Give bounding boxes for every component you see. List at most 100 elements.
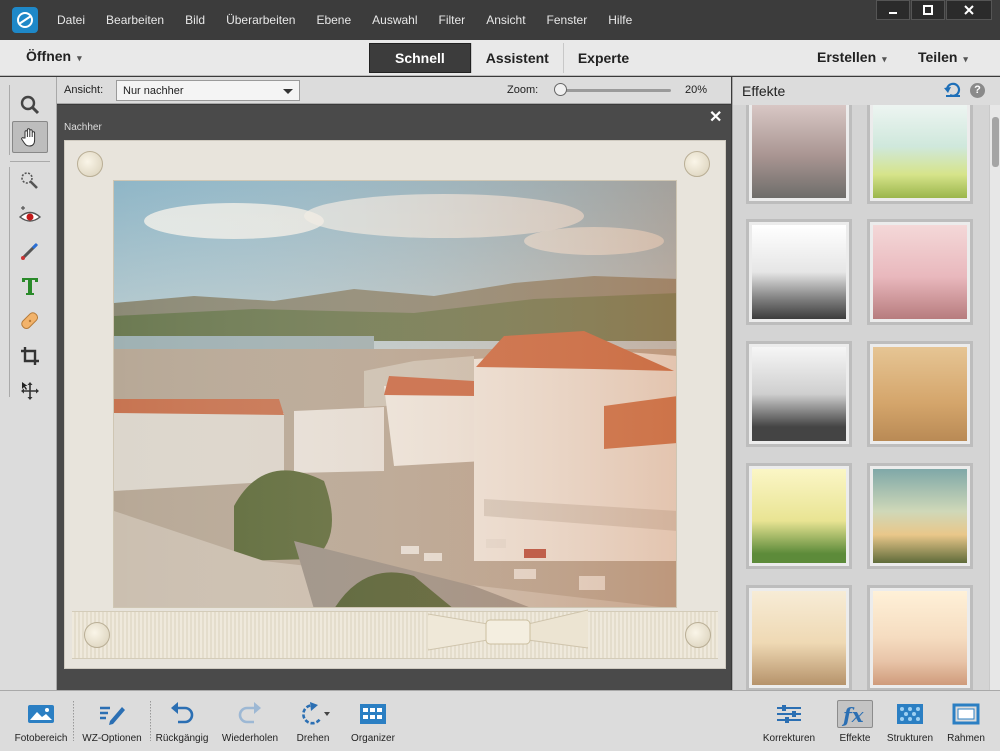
maximize-icon: [923, 5, 933, 15]
panel-scrollbar[interactable]: [989, 105, 1000, 690]
frames-button[interactable]: Rahmen: [941, 691, 991, 751]
quick-selection-tool[interactable]: [12, 165, 48, 197]
menu-ebene[interactable]: Ebene: [316, 13, 351, 27]
menu-ueberarbeiten[interactable]: Überarbeiten: [226, 13, 295, 27]
button-pin: [84, 622, 110, 648]
chevron-down-icon: ▾: [882, 54, 887, 64]
frames-label: Rahmen: [947, 733, 985, 744]
menu-datei[interactable]: Datei: [57, 13, 85, 27]
move-tool[interactable]: [12, 375, 48, 407]
bottom-bar: Fotobereich WZ-Optionen Rückgängig Wiede…: [0, 690, 1000, 751]
chevron-down-icon: ▾: [963, 54, 968, 64]
menu-ansicht[interactable]: Ansicht: [486, 13, 525, 27]
help-icon[interactable]: ?: [970, 83, 985, 98]
zoom-slider-track[interactable]: [557, 89, 671, 92]
tab-assistent[interactable]: Assistent: [470, 43, 563, 73]
ribbon: [72, 611, 718, 659]
hand-tool[interactable]: [12, 121, 48, 153]
effects-panel: Effekte ?: [732, 77, 1000, 690]
minimize-button[interactable]: [876, 0, 910, 20]
svg-text:fx: fx: [841, 703, 865, 727]
crop-icon: [21, 347, 39, 365]
text-tool[interactable]: [12, 270, 48, 302]
redo-label: Wiederholen: [221, 733, 279, 744]
menu-bearbeiten[interactable]: Bearbeiten: [106, 13, 164, 27]
tool-options-label: WZ-Optionen: [82, 733, 142, 744]
redo-icon: [238, 702, 261, 724]
redo-button[interactable]: Wiederholen: [217, 691, 283, 751]
view-select[interactable]: Nur nachher: [116, 80, 300, 101]
scrollbar-thumb[interactable]: [992, 117, 999, 167]
photo-bin-label: Fotobereich: [14, 733, 68, 744]
crop-tool[interactable]: [12, 340, 48, 372]
tab-schnell[interactable]: Schnell: [369, 43, 471, 73]
close-icon[interactable]: ✕: [709, 107, 722, 127]
effect-thumbnail[interactable]: [867, 219, 973, 325]
menu-auswahl[interactable]: Auswahl: [372, 13, 417, 27]
app-window: Datei Bearbeiten Bild Überarbeiten Ebene…: [0, 0, 1000, 751]
create-button[interactable]: Erstellen ▾: [817, 49, 887, 65]
menu-fenster[interactable]: Fenster: [547, 13, 588, 27]
chevron-down-icon: [283, 89, 293, 94]
textures-button[interactable]: Strukturen: [880, 691, 940, 751]
effect-thumbnail[interactable]: [867, 105, 973, 204]
spot-healing-tool[interactable]: [12, 305, 48, 337]
red-eye-icon: [18, 206, 42, 222]
tool-options-icon: [100, 706, 125, 725]
red-eye-tool[interactable]: [12, 200, 48, 232]
whiten-teeth-tool[interactable]: [12, 235, 48, 267]
window-controls: [875, 0, 992, 22]
photo-bin-icon: [28, 705, 54, 723]
rotate-label: Drehen: [296, 733, 330, 744]
app-logo-icon[interactable]: [12, 7, 38, 33]
organizer-icon: [360, 704, 386, 724]
share-button[interactable]: Teilen ▾: [918, 49, 968, 65]
menu-bild[interactable]: Bild: [185, 13, 205, 27]
open-button[interactable]: Öffnen ▾: [26, 48, 82, 64]
menu-filter[interactable]: Filter: [439, 13, 466, 27]
document-canvas: Nachher ✕: [57, 105, 731, 690]
view-label: Ansicht:: [64, 84, 104, 96]
effects-label: Effekte: [839, 733, 871, 744]
photo[interactable]: [113, 180, 677, 608]
effect-thumbnail[interactable]: [867, 585, 973, 690]
close-window-button[interactable]: [946, 0, 992, 20]
photo-bin-button[interactable]: Fotobereich: [11, 691, 71, 751]
tool-options-button[interactable]: WZ-Optionen: [76, 691, 148, 751]
share-label: Teilen: [918, 49, 958, 65]
move-icon: [21, 382, 39, 400]
button-pin: [684, 151, 710, 177]
menu-hilfe[interactable]: Hilfe: [608, 13, 632, 27]
tool-bar: [0, 77, 57, 690]
zoom-slider-handle[interactable]: [553, 83, 567, 96]
adjustments-button[interactable]: Korrekturen: [755, 691, 823, 751]
effect-thumbnail[interactable]: [746, 463, 852, 569]
adjustments-icon: [777, 705, 801, 723]
effect-thumbnail[interactable]: [867, 341, 973, 447]
hand-icon: [21, 128, 36, 147]
zoom-tool[interactable]: [12, 89, 48, 121]
tab-experte[interactable]: Experte: [562, 43, 643, 73]
photo-frame: [64, 140, 726, 669]
rotate-button[interactable]: Drehen: [290, 691, 336, 751]
textures-icon: [897, 704, 923, 724]
view-title: Nachher: [64, 122, 102, 133]
chevron-down-icon: ▾: [77, 53, 82, 63]
mode-bar: Öffnen ▾ Schnell Assistent Experte Erstel…: [0, 40, 1000, 76]
effects-button[interactable]: fx Effekte: [834, 691, 876, 751]
close-icon: [964, 5, 974, 15]
undo-button[interactable]: Rückgängig: [151, 691, 213, 751]
effect-thumbnail[interactable]: [746, 585, 852, 690]
reset-icon[interactable]: [944, 82, 962, 98]
zoom-value: 20%: [685, 84, 708, 96]
organizer-button[interactable]: Organizer: [346, 691, 400, 751]
maximize-button[interactable]: [911, 0, 945, 20]
tool-divider: [10, 161, 50, 162]
quick-selection-icon: [21, 172, 38, 189]
effect-thumbnail[interactable]: [746, 105, 852, 204]
effect-thumbnail[interactable]: [867, 463, 973, 569]
open-label: Öffnen: [26, 48, 72, 64]
menu-bar: Datei Bearbeiten Bild Überarbeiten Ebene…: [57, 0, 653, 40]
effect-thumbnail[interactable]: [746, 341, 852, 447]
effect-thumbnail[interactable]: [746, 219, 852, 325]
